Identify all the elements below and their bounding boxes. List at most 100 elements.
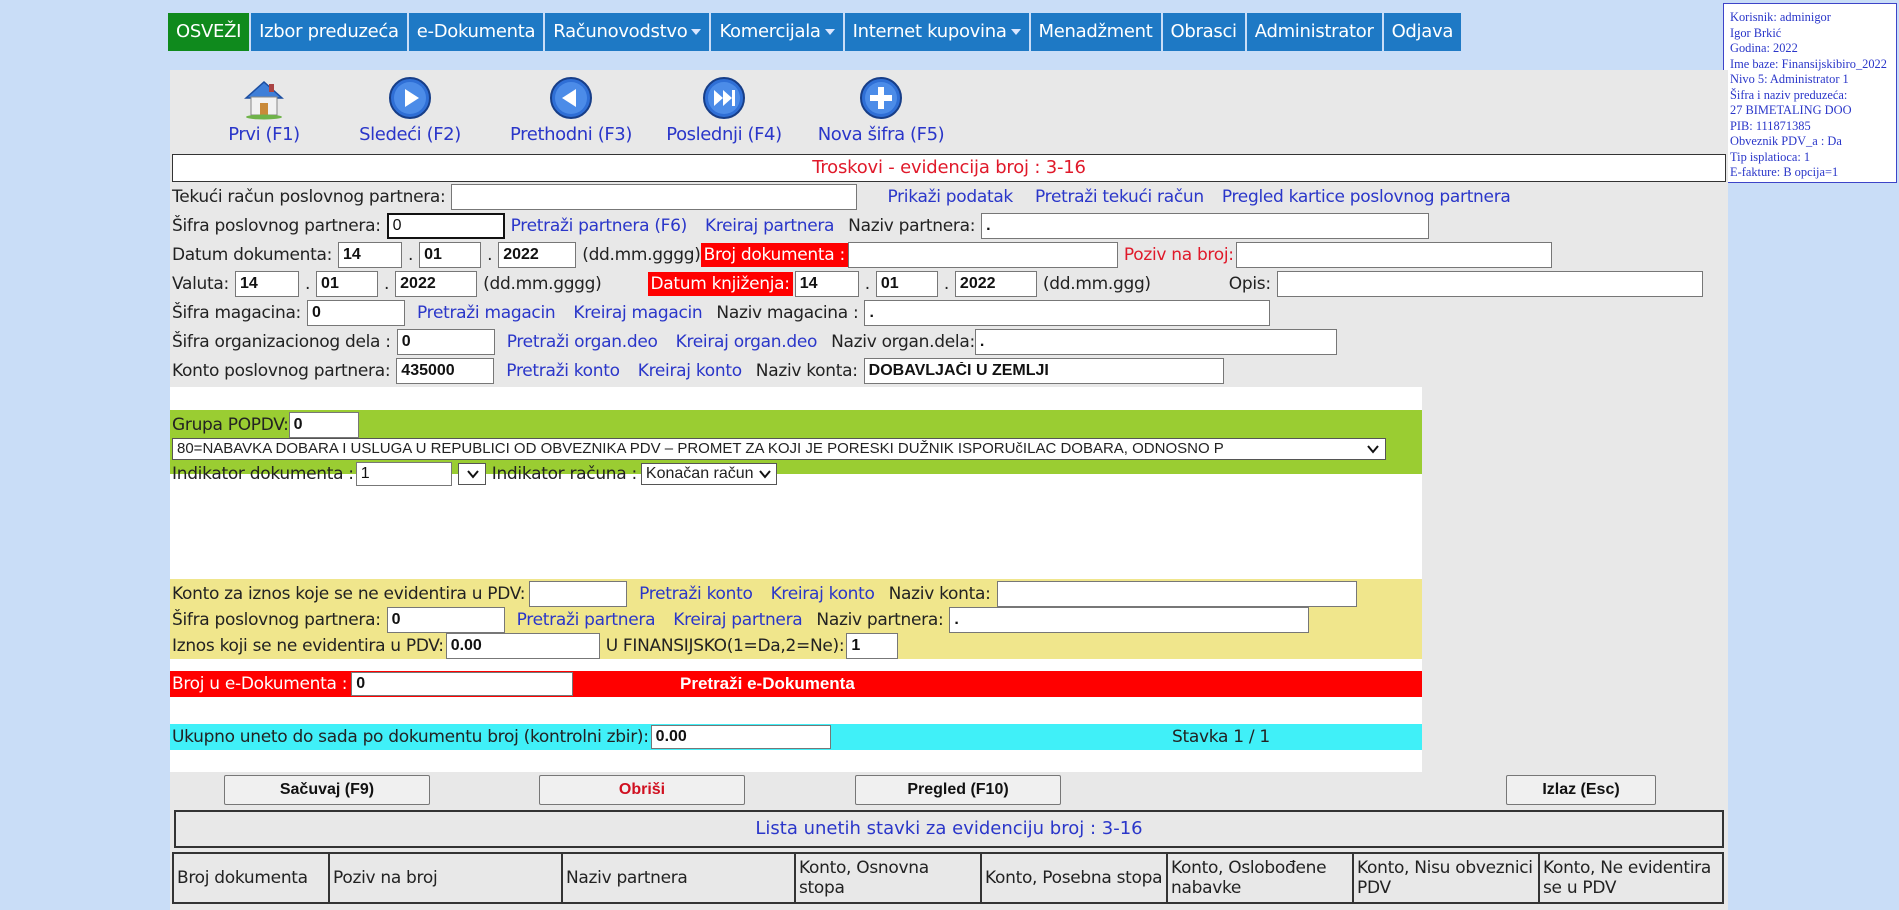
last-record-button[interactable]: Poslednji (F4) bbox=[654, 76, 794, 145]
posting-date-month[interactable] bbox=[875, 270, 938, 297]
search-account-link[interactable]: Pretraži konto bbox=[506, 361, 620, 381]
search-e-documents-label: Pretraži e-Dokumenta bbox=[680, 674, 855, 693]
document-indicator-dropdown[interactable] bbox=[457, 463, 486, 485]
non-vat-partner-name-input[interactable] bbox=[949, 606, 1310, 633]
date-separator: . bbox=[408, 244, 414, 265]
last-record-label: Poslednji (F4) bbox=[666, 124, 782, 145]
document-date-year[interactable] bbox=[498, 241, 577, 268]
save-button[interactable]: Sačuvaj (F9) bbox=[224, 775, 430, 805]
control-total-label: Ukupno uneto do sada po dokumentu broj (… bbox=[172, 727, 649, 747]
nav-logout[interactable]: Odjava bbox=[1383, 13, 1462, 51]
row-non-vat-account: Konto za iznos koje se ne evidentira u P… bbox=[172, 580, 1363, 607]
create-account-link[interactable]: Kreiraj konto bbox=[771, 584, 875, 604]
document-date-day[interactable] bbox=[338, 241, 403, 268]
warehouse-name-input[interactable] bbox=[864, 299, 1271, 326]
search-warehouse-link[interactable]: Pretraži magacin bbox=[417, 303, 556, 323]
description-input[interactable] bbox=[1276, 270, 1703, 297]
nav-internet-shopping[interactable]: Internet kupovina bbox=[844, 13, 1029, 51]
search-partner-link[interactable]: Pretraži partnera bbox=[517, 610, 656, 630]
document-indicator-input[interactable] bbox=[355, 462, 452, 486]
posting-date-day[interactable] bbox=[794, 270, 859, 297]
financial-flag-input[interactable] bbox=[846, 632, 899, 659]
row-org-unit: Šifra organizacionog dela : Pretraži org… bbox=[172, 328, 1343, 355]
search-partner-link[interactable]: Pretraži partnera (F6) bbox=[511, 216, 688, 236]
search-account-link[interactable]: Pretraži konto bbox=[639, 584, 753, 604]
account-name-input[interactable] bbox=[863, 357, 1224, 384]
org-unit-name-input[interactable] bbox=[974, 328, 1337, 355]
user-info-line: Šifra i naziv preduzeća: bbox=[1730, 87, 1848, 102]
org-unit-code-input[interactable] bbox=[396, 328, 495, 355]
nav-administrator[interactable]: Administrator bbox=[1246, 13, 1382, 51]
nav-company-select[interactable]: Izbor preduzeća bbox=[251, 13, 407, 51]
non-vat-amount-label: Iznos koji se ne evidentira u PDV: bbox=[172, 635, 444, 656]
row-partner-account: Konto poslovnog partnera: Pretraži konto… bbox=[172, 357, 1230, 384]
due-date-year[interactable] bbox=[395, 270, 478, 297]
first-record-button[interactable]: Prvi (F1) bbox=[214, 76, 314, 145]
user-info-line: Obveznik PDV_a : Da bbox=[1730, 134, 1842, 148]
partner-card-link[interactable]: Pregled kartice poslovnog partnera bbox=[1222, 187, 1511, 207]
main-panel: Prvi (F1) Sledeći (F2) Prethodni (F3) Po… bbox=[170, 70, 1728, 910]
document-number-input[interactable] bbox=[847, 241, 1118, 268]
search-bank-account-link[interactable]: Pretraži tekući račun bbox=[1035, 187, 1204, 207]
bank-account-label: Tekući račun poslovnog partnera: bbox=[172, 186, 446, 207]
due-date-month[interactable] bbox=[316, 270, 379, 297]
account-name-label: Naziv konta: bbox=[755, 360, 858, 381]
due-date-day[interactable] bbox=[234, 270, 299, 297]
search-e-documents-button[interactable]: Pretraži e-Dokumenta bbox=[680, 671, 1080, 697]
new-code-button[interactable]: Nova šifra (F5) bbox=[806, 76, 956, 145]
financial-flag-label: U FINANSIJSKO(1=Da,2=Ne): bbox=[605, 635, 845, 656]
non-vat-account-input[interactable] bbox=[529, 580, 628, 607]
partner-name-input[interactable] bbox=[981, 212, 1430, 239]
exit-label: Izlaz (Esc) bbox=[1542, 781, 1620, 798]
popdv-group-input[interactable] bbox=[288, 411, 359, 438]
partner-code-input[interactable] bbox=[386, 212, 505, 239]
delete-button[interactable]: Obriši bbox=[539, 775, 745, 805]
nav-e-documents[interactable]: e-Dokumenta bbox=[408, 13, 544, 51]
table-header-row: Broj dokumenta Poziv na broj Naziv partn… bbox=[172, 852, 1724, 904]
next-record-label: Sledeći (F2) bbox=[359, 124, 461, 145]
nav-accounting[interactable]: Računovodstvo bbox=[545, 13, 710, 51]
nav-label: Obrasci bbox=[1170, 21, 1238, 42]
column-header: Konto, Posebna stopa bbox=[980, 852, 1168, 904]
non-vat-account-name-input[interactable] bbox=[996, 580, 1357, 607]
document-date-month[interactable] bbox=[419, 241, 482, 268]
row-due-date: Valuta: . . (dd.mm.gggg) Datum knjiženja… bbox=[172, 270, 1709, 297]
search-org-unit-link[interactable]: Pretraži organ.deo bbox=[507, 332, 658, 352]
non-vat-amount-input[interactable] bbox=[445, 632, 600, 659]
column-header: Broj dokumenta bbox=[172, 852, 330, 904]
previous-record-button[interactable]: Prethodni (F3) bbox=[496, 76, 646, 145]
invoice-indicator-label: Indikator računa : bbox=[491, 464, 637, 484]
column-header: Konto, Osnovna stopa bbox=[794, 852, 982, 904]
partner-account-input[interactable] bbox=[396, 357, 495, 384]
popdv-category-select[interactable]: 80=NABAVKA DOBARA I USLUGA U REPUBLICI O… bbox=[172, 438, 1386, 460]
non-vat-partner-code-input[interactable] bbox=[386, 606, 505, 633]
create-partner-link[interactable]: Kreiraj partnera bbox=[673, 610, 802, 630]
reference-number-input[interactable] bbox=[1235, 241, 1552, 268]
warehouse-code-input[interactable] bbox=[307, 299, 405, 326]
posting-date-year[interactable] bbox=[954, 270, 1037, 297]
create-org-unit-link[interactable]: Kreiraj organ.deo bbox=[676, 332, 818, 352]
account-name-label: Naziv konta: bbox=[888, 583, 991, 604]
invoice-indicator-select[interactable]: Konačan račun bbox=[640, 463, 777, 485]
chevron-down-icon bbox=[1367, 445, 1379, 454]
non-vat-account-label: Konto za iznos koje se ne evidentira u P… bbox=[172, 583, 526, 604]
date-format-hint: (dd.mm.gggg) bbox=[483, 273, 602, 294]
show-data-link[interactable]: Prikaži podatak bbox=[887, 187, 1013, 207]
next-record-button[interactable]: Sledeći (F2) bbox=[350, 76, 470, 145]
create-partner-link[interactable]: Kreiraj partnera bbox=[705, 216, 834, 236]
e-document-number-input[interactable] bbox=[351, 672, 574, 696]
nav-refresh[interactable]: OSVEŽI bbox=[168, 13, 250, 51]
create-warehouse-link[interactable]: Kreiraj magacin bbox=[573, 303, 702, 323]
invoice-indicator-value: Konačan račun bbox=[645, 465, 754, 482]
nav-commercial[interactable]: Komercijala bbox=[711, 13, 843, 51]
nav-forms[interactable]: Obrasci bbox=[1162, 13, 1245, 51]
exit-button[interactable]: Izlaz (Esc) bbox=[1506, 775, 1656, 805]
reference-number-label: Poziv na broj: bbox=[1123, 244, 1234, 265]
bank-account-input[interactable] bbox=[451, 183, 858, 210]
org-unit-code-label: Šifra organizacionog dela : bbox=[172, 331, 391, 352]
nav-management[interactable]: Menadžment bbox=[1030, 13, 1161, 51]
row-e-document-number: Broj u e-Dokumenta : bbox=[172, 671, 579, 697]
control-total-input[interactable] bbox=[650, 725, 831, 749]
create-account-link[interactable]: Kreiraj konto bbox=[638, 361, 742, 381]
preview-button[interactable]: Pregled (F10) bbox=[855, 775, 1061, 805]
